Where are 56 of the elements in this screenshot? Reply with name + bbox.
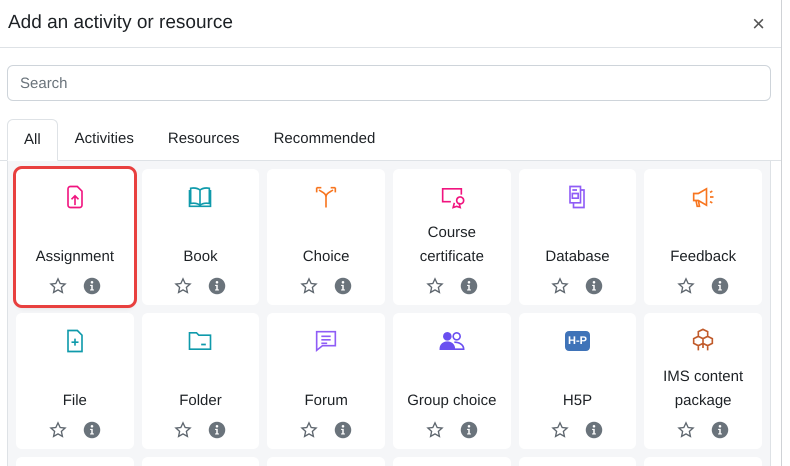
activity-card[interactable]: Forum [267,313,385,449]
activity-card[interactable]: Choice [267,169,385,305]
activity-label: Database [544,247,611,267]
info-icon[interactable] [585,421,604,439]
star-icon[interactable] [677,277,696,295]
activity-card[interactable]: Folder [142,313,260,449]
activity-label: Course certificate [418,223,485,267]
activity-label: IMS content package [662,367,744,411]
activity-card[interactable]: File [16,313,134,449]
activity-card[interactable]: Book [142,169,260,305]
star-icon[interactable] [48,421,67,439]
star-icon[interactable] [174,421,192,439]
activity-card[interactable]: H-P H5P [518,313,636,449]
activity-card[interactable]: Database [518,169,636,305]
activity-card[interactable]: IMS content package [644,313,762,449]
star-icon[interactable] [174,277,192,295]
info-icon[interactable] [334,277,352,295]
h5p-logo-icon: H-P [565,331,590,351]
info-icon[interactable] [460,277,478,295]
info-icon[interactable] [460,421,478,439]
search-field[interactable]: Search [7,65,771,101]
activity-label: Forum [303,391,349,411]
activity-label: Group choice [406,391,498,411]
activity-card[interactable]: Group choice [392,313,511,449]
info-icon[interactable] [208,421,226,439]
tab[interactable]: Activities [58,118,151,160]
activity-label: H5P [562,391,594,411]
star-icon[interactable] [551,421,570,439]
activity-card[interactable]: Assignment [16,169,134,305]
star-icon[interactable] [426,277,444,295]
close-button[interactable]: × [744,12,773,34]
info-icon[interactable] [82,277,101,295]
info-icon[interactable] [82,421,101,439]
activity-label: File [62,391,88,411]
info-icon[interactable] [208,277,226,295]
activity-card[interactable]: Feedback [644,169,762,305]
star-icon[interactable] [300,277,318,295]
activity-label: Assignment [34,247,116,267]
star-icon[interactable] [48,277,67,295]
tab[interactable]: All [7,119,58,161]
info-icon[interactable] [711,421,730,439]
star-icon[interactable] [426,421,444,439]
activity-label: Folder [178,391,223,411]
info-icon[interactable] [585,277,604,295]
activity-card[interactable]: Course certificate [392,169,511,305]
dialog-title: Add an activity or resource [8,11,233,36]
activity-label: Choice [302,247,350,267]
star-icon[interactable] [551,277,570,295]
info-icon[interactable] [711,277,730,295]
activity-label: Book [182,247,219,267]
star-icon[interactable] [300,421,318,439]
tab[interactable]: Recommended [256,118,392,160]
activity-label: Feedback [669,247,738,267]
tab[interactable]: Resources [150,118,257,160]
star-icon[interactable] [677,421,696,439]
info-icon[interactable] [334,421,352,439]
